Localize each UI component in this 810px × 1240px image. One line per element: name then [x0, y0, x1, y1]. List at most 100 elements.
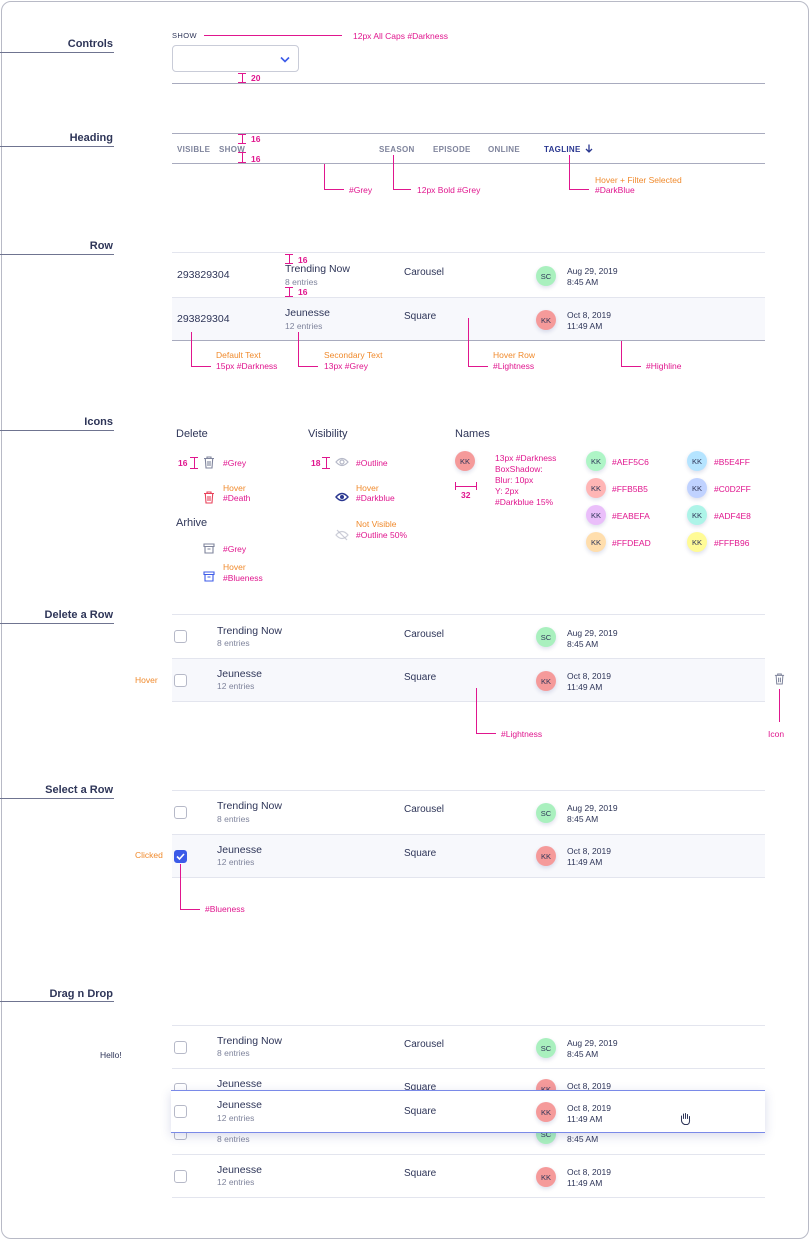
- annotation-leader: [191, 366, 211, 367]
- section-divider: [0, 623, 114, 624]
- row-checkbox[interactable]: [174, 630, 187, 643]
- row-checkbox[interactable]: [174, 1041, 187, 1054]
- icons-names-title: Names: [455, 428, 490, 440]
- archive-icon[interactable]: [203, 543, 215, 554]
- dragged-row[interactable]: [171, 1090, 765, 1133]
- row-season: Square: [404, 848, 437, 859]
- table-row-selected[interactable]: [172, 835, 765, 877]
- canvas-frame: [1, 1, 809, 1239]
- row-entries: 12 entries: [217, 857, 255, 867]
- row-entries: 8 entries: [285, 277, 318, 287]
- section-title-select-row: Select a Row: [45, 784, 113, 796]
- annotation-not-visible: Not Visible: [356, 519, 397, 529]
- annotation-avatar-spec-5: #Darkblue 15%: [495, 497, 554, 507]
- row-divider: [172, 877, 765, 878]
- eye-off-icon[interactable]: [335, 529, 349, 541]
- divider-line: [172, 83, 765, 84]
- annotation-blueness: #Blueness: [223, 573, 263, 583]
- row-entries: 8 entries: [217, 814, 250, 824]
- annotation-marker: [194, 457, 195, 468]
- annotation-avatar-spec-4: Y: 2px: [495, 486, 519, 496]
- annotation-archive-hover: Hover: [223, 562, 246, 572]
- table-row-hover[interactable]: [172, 659, 765, 701]
- annotation-avatar-spec-2: BoxShadow:: [495, 464, 543, 474]
- show-select[interactable]: [172, 45, 299, 72]
- row-divider: [172, 1154, 765, 1155]
- row-date: Aug 29, 2019: [567, 628, 618, 638]
- annotation-outline: #Outline: [356, 458, 388, 468]
- header-bottom-line: [172, 163, 765, 164]
- eye-icon[interactable]: [335, 457, 349, 467]
- column-header-episode[interactable]: EPISODE: [433, 145, 471, 154]
- column-header-season[interactable]: SEASON: [379, 145, 415, 154]
- avatar-swatch: KK: [687, 478, 707, 498]
- annotation-leader: [468, 318, 469, 366]
- annotation-leader: [779, 689, 780, 722]
- row-season: Carousel: [404, 267, 445, 278]
- annotation-lightness: #Lightness: [493, 361, 535, 371]
- annotation-leader: [191, 332, 192, 366]
- swatch-label: #AEF5C6: [612, 457, 649, 467]
- annotation-leader: [621, 366, 641, 367]
- swatch-label: #ADF4E8: [714, 511, 751, 521]
- archive-hover-icon[interactable]: [203, 571, 215, 582]
- row-divider: [172, 614, 765, 615]
- annotation-gap: 20: [251, 73, 261, 83]
- avatar-swatch: KK: [687, 505, 707, 525]
- annotation-avatar-spec-3: Blur: 10px: [495, 475, 534, 485]
- row-checkbox[interactable]: [174, 806, 187, 819]
- row-time: 11:49 AM: [567, 321, 603, 331]
- row-time: 8:45 AM: [567, 277, 599, 287]
- swatch-label: #B5E4FF: [714, 457, 750, 467]
- swatch-label: #FFB5B5: [612, 484, 648, 494]
- annotation-marker: [190, 468, 198, 469]
- section-divider: [0, 146, 114, 147]
- row-title: Jeunesse: [217, 668, 262, 680]
- row-title: Trending Now: [217, 625, 282, 637]
- annotation-hover: Hover: [135, 675, 158, 685]
- annotation-leader: [569, 155, 570, 189]
- trash-icon[interactable]: [774, 673, 785, 685]
- eye-hover-icon[interactable]: [335, 492, 349, 502]
- annotation-default-text: Default Text: [216, 350, 261, 360]
- row-title: Trending Now: [217, 1035, 282, 1047]
- trash-hover-icon[interactable]: [203, 491, 215, 504]
- icons-delete-title: Delete: [176, 428, 208, 440]
- annotation-icon: Icon: [768, 729, 785, 739]
- header-top-line: [172, 133, 765, 134]
- section-divider: [0, 430, 114, 431]
- column-header-tagline[interactable]: TAGLINE: [544, 145, 581, 154]
- trash-icon[interactable]: [203, 456, 215, 469]
- row-time: 11:49 AM: [567, 1178, 603, 1188]
- row-season: Square: [404, 672, 437, 683]
- annotation-delete-grey: #Grey: [223, 458, 247, 468]
- row-date: Oct 8, 2019: [567, 846, 611, 856]
- avatar-swatch: KK: [687, 451, 707, 471]
- row-checkbox[interactable]: [174, 1170, 187, 1183]
- annotation-archive-grey: #Grey: [223, 544, 247, 554]
- swatch-label: #C0D2FF: [714, 484, 751, 494]
- row-date: Aug 29, 2019: [567, 1038, 618, 1048]
- column-header-visible[interactable]: VISIBLE: [177, 145, 210, 154]
- annotation-show-spec: 12px All Caps #Darkness: [353, 31, 448, 41]
- column-header-online[interactable]: ONLINE: [488, 145, 520, 154]
- avatar-swatch: KK: [586, 505, 606, 525]
- row-checkbox[interactable]: [174, 674, 187, 687]
- annotation-leader: [621, 341, 622, 366]
- annotation-leader: [324, 189, 344, 190]
- row-time: 8:45 AM: [567, 814, 599, 824]
- annotation-delete-hover: Hover: [223, 483, 246, 493]
- avatar: SC: [536, 627, 556, 647]
- annotation-grey: #Grey: [349, 185, 373, 195]
- section-title-controls: Controls: [67, 38, 113, 50]
- row-entries: 8 entries: [217, 1048, 250, 1058]
- annotation-marker: [322, 468, 330, 469]
- avatar: KK: [536, 1167, 556, 1187]
- annotation-leader: [298, 366, 318, 367]
- row-checkbox-checked[interactable]: [174, 850, 187, 863]
- sort-arrow-down-icon[interactable]: [585, 144, 593, 153]
- row-checkbox[interactable]: [174, 1105, 187, 1118]
- annotation-gap-top: 16: [251, 134, 261, 144]
- avatar: KK: [536, 846, 556, 866]
- row-time: 8:45 AM: [567, 1134, 599, 1144]
